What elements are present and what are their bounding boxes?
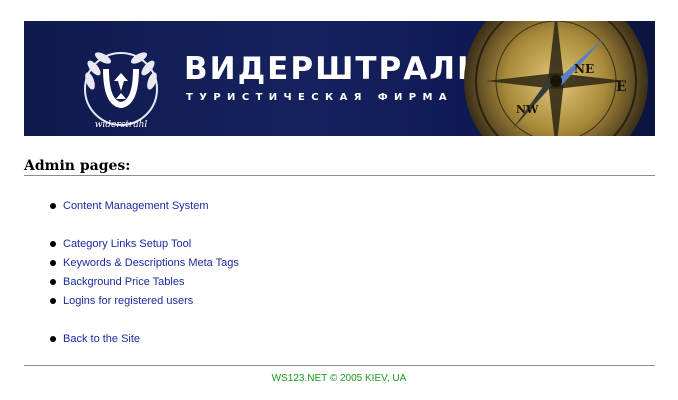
bullet-icon — [50, 336, 56, 342]
bullet-icon — [50, 279, 56, 285]
brand-subtitle: ТУРИСТИЧЕСКАЯ ФИРМА — [186, 92, 454, 103]
bullet-icon — [50, 203, 56, 209]
link-category-links-setup-tool[interactable]: Category Links Setup Tool — [63, 238, 191, 250]
compass-label-e: E — [616, 79, 627, 95]
bullet-icon — [50, 260, 56, 266]
brand-title: ВИДЕРШТРАЛЬ — [184, 51, 483, 87]
page: widerstrahl ВИДЕРШТРАЛЬ ТУРИСТИЧЕСКАЯ ФИ… — [0, 0, 678, 400]
list-item: Keywords & Descriptions Meta Tags — [48, 257, 239, 276]
footer-divider — [24, 365, 655, 366]
link-background-price-tables[interactable]: Background Price Tables — [63, 276, 184, 288]
bullet-icon — [50, 298, 56, 304]
link-keywords-meta-tags[interactable]: Keywords & Descriptions Meta Tags — [63, 257, 239, 269]
list-item: Content Management System — [48, 200, 209, 219]
company-logo-emblem: widerstrahl — [84, 52, 158, 130]
list-item: Background Price Tables — [48, 276, 239, 295]
header-banner: widerstrahl ВИДЕРШТРАЛЬ ТУРИСТИЧЕСКАЯ ФИ… — [24, 21, 655, 136]
admin-links-group-3: Back to the Site — [48, 333, 140, 352]
link-back-to-site[interactable]: Back to the Site — [63, 333, 140, 345]
compass-illustration: NE E NW — [464, 21, 648, 136]
link-logins-registered-users[interactable]: Logins for registered users — [63, 295, 193, 307]
list-item: Category Links Setup Tool — [48, 238, 239, 257]
bullet-icon — [50, 241, 56, 247]
page-title: Admin pages: — [24, 158, 131, 174]
link-content-management-system[interactable]: Content Management System — [63, 200, 209, 212]
admin-links-group-2: Category Links Setup Tool Keywords & Des… — [48, 238, 239, 314]
list-item: Logins for registered users — [48, 295, 239, 314]
heading-divider — [24, 175, 655, 176]
compass-label-ne: NE — [574, 62, 594, 76]
admin-links-group-1: Content Management System — [48, 200, 209, 219]
compass-label-nw: NW — [516, 103, 539, 116]
list-item: Back to the Site — [48, 333, 140, 352]
footer-copyright: WS123.NET © 2005 KIEV, UA — [271, 373, 407, 384]
logo-text: widerstrahl — [95, 120, 148, 130]
